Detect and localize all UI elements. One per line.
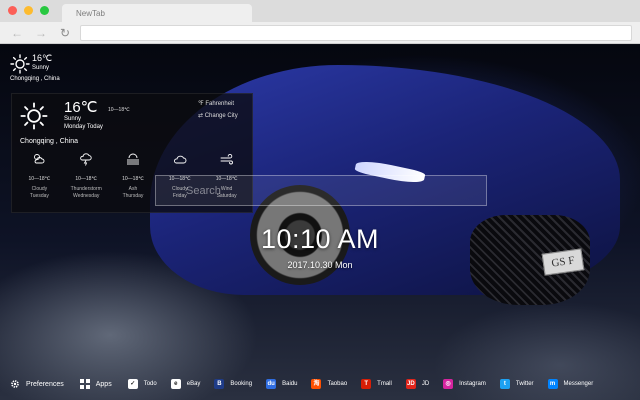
cloud-icon <box>173 155 187 164</box>
shortcut-label: Booking <box>230 381 253 387</box>
thunderstorm-icon <box>80 153 92 166</box>
forecast-day: 10—18℃ Cloudy Tuesday <box>16 152 63 208</box>
tmall-icon: T <box>361 379 372 389</box>
address-bar[interactable] <box>80 25 632 41</box>
forecast-day-name: Thursday <box>122 193 144 199</box>
messenger-icon: m <box>547 379 558 389</box>
shortcut-booking[interactable]: B Booking <box>214 379 252 389</box>
mini-condition: Sunny <box>32 65 50 71</box>
reload-icon[interactable]: ↻ <box>58 26 72 40</box>
shortcut-jd[interactable]: JD JD <box>405 379 430 389</box>
forecast-day-name: Tuesday <box>29 193 49 199</box>
mini-city: Chongqing , China <box>10 76 60 82</box>
preferences-button[interactable]: Preferences <box>10 379 64 389</box>
close-window-button[interactable] <box>8 6 17 15</box>
forecast-day: 10—18℃ Ash Thursday <box>110 152 157 208</box>
search-box <box>155 175 487 206</box>
tab-newtab[interactable]: NewTab <box>62 4 252 22</box>
forecast-condition: Cloudy <box>31 186 48 192</box>
forecast-condition: Thunderstorm <box>70 186 102 192</box>
shortcut-label: JD <box>421 381 430 387</box>
weather-widget-mini[interactable]: 16℃ Sunny Chongqing , China <box>10 52 70 84</box>
sunny-icon <box>10 54 30 74</box>
mini-temperature: 16℃ <box>32 53 53 63</box>
booking-icon: B <box>214 379 225 389</box>
shortcut-label: eBay <box>186 381 201 387</box>
shortcut-instagram[interactable]: ◎ Instagram <box>443 379 486 389</box>
back-icon[interactable]: ← <box>10 26 24 40</box>
jd-icon: JD <box>405 379 416 389</box>
forecast-condition: Ash <box>128 186 138 192</box>
browser-titlebar: NewTab <box>0 0 640 22</box>
shortcut-messenger[interactable]: m Messenger <box>547 379 594 389</box>
shortcut-baidu[interactable]: du Baidu <box>266 379 297 389</box>
baidu-icon: du <box>266 379 277 389</box>
shortcut-tmall[interactable]: T Tmall <box>361 379 392 389</box>
shortcut-taobao[interactable]: 淘 Taobao <box>311 379 347 389</box>
current-city: Chongqing , China <box>20 138 78 145</box>
current-condition: Sunny <box>64 116 82 122</box>
apps-label: Apps <box>95 380 112 388</box>
maximize-window-button[interactable] <box>40 6 49 15</box>
browser-toolbar: ← → ↻ <box>0 22 640 44</box>
taobao-icon: 淘 <box>311 379 322 389</box>
shortcut-label: Tmall <box>377 381 392 387</box>
gear-icon <box>11 380 19 388</box>
search-input[interactable] <box>156 176 486 205</box>
fahrenheit-toggle[interactable]: ℉ Fahrenheit <box>198 100 234 107</box>
forecast-range: 10—18℃ <box>75 176 98 182</box>
forecast-range: 10—18℃ <box>122 176 144 182</box>
clock-time: 10:10 AM <box>260 224 380 254</box>
shortcut-label: Twitter <box>515 381 534 387</box>
twitter-icon: t <box>499 379 510 389</box>
cloudy-icon <box>34 154 45 164</box>
sunny-icon <box>20 102 48 130</box>
minimize-window-button[interactable] <box>24 6 33 15</box>
change-city-button[interactable]: ⇄ Change City <box>198 112 238 119</box>
wind-icon <box>220 153 233 165</box>
preferences-label: Preferences <box>26 380 64 388</box>
forecast-day: 10—18℃ Thunderstorm Wednesday <box>63 152 110 208</box>
shortcut-label: Todo <box>143 381 157 387</box>
instagram-icon: ◎ <box>443 379 454 389</box>
apps-button[interactable]: Apps <box>79 379 112 389</box>
forecast-range: 10—18℃ <box>28 176 51 182</box>
forward-icon[interactable]: → <box>34 26 48 40</box>
shortcut-ebay[interactable]: e eBay <box>170 379 201 389</box>
current-day: Monday Today <box>64 124 103 130</box>
bottom-bar: Preferences Apps ✓ Todo e eBay B Booking du Bai… <box>0 372 640 396</box>
ebay-icon: e <box>170 379 181 389</box>
todo-icon: ✓ <box>127 379 138 389</box>
forecast-day-name: Wednesday <box>73 193 100 199</box>
shortcut-links: ✓ Todo e eBay B Booking du Baidu 淘 Taobao T Tmall JD… <box>127 379 608 389</box>
shortcut-label: Baidu <box>282 381 298 387</box>
apps-grid-icon <box>79 379 90 389</box>
current-temperature: 16℃ <box>64 99 98 116</box>
shortcut-label: Instagram <box>459 381 486 387</box>
shortcut-label: Taobao <box>327 381 348 387</box>
clock-date: 2017.10.30 Mon <box>287 260 353 270</box>
current-temp-range: 10—18℃ <box>108 107 130 113</box>
shortcut-label: Messenger <box>563 381 594 387</box>
shortcut-todo[interactable]: ✓ Todo <box>127 379 157 389</box>
shortcut-twitter[interactable]: t Twitter <box>499 379 534 389</box>
ash-icon <box>126 153 139 165</box>
